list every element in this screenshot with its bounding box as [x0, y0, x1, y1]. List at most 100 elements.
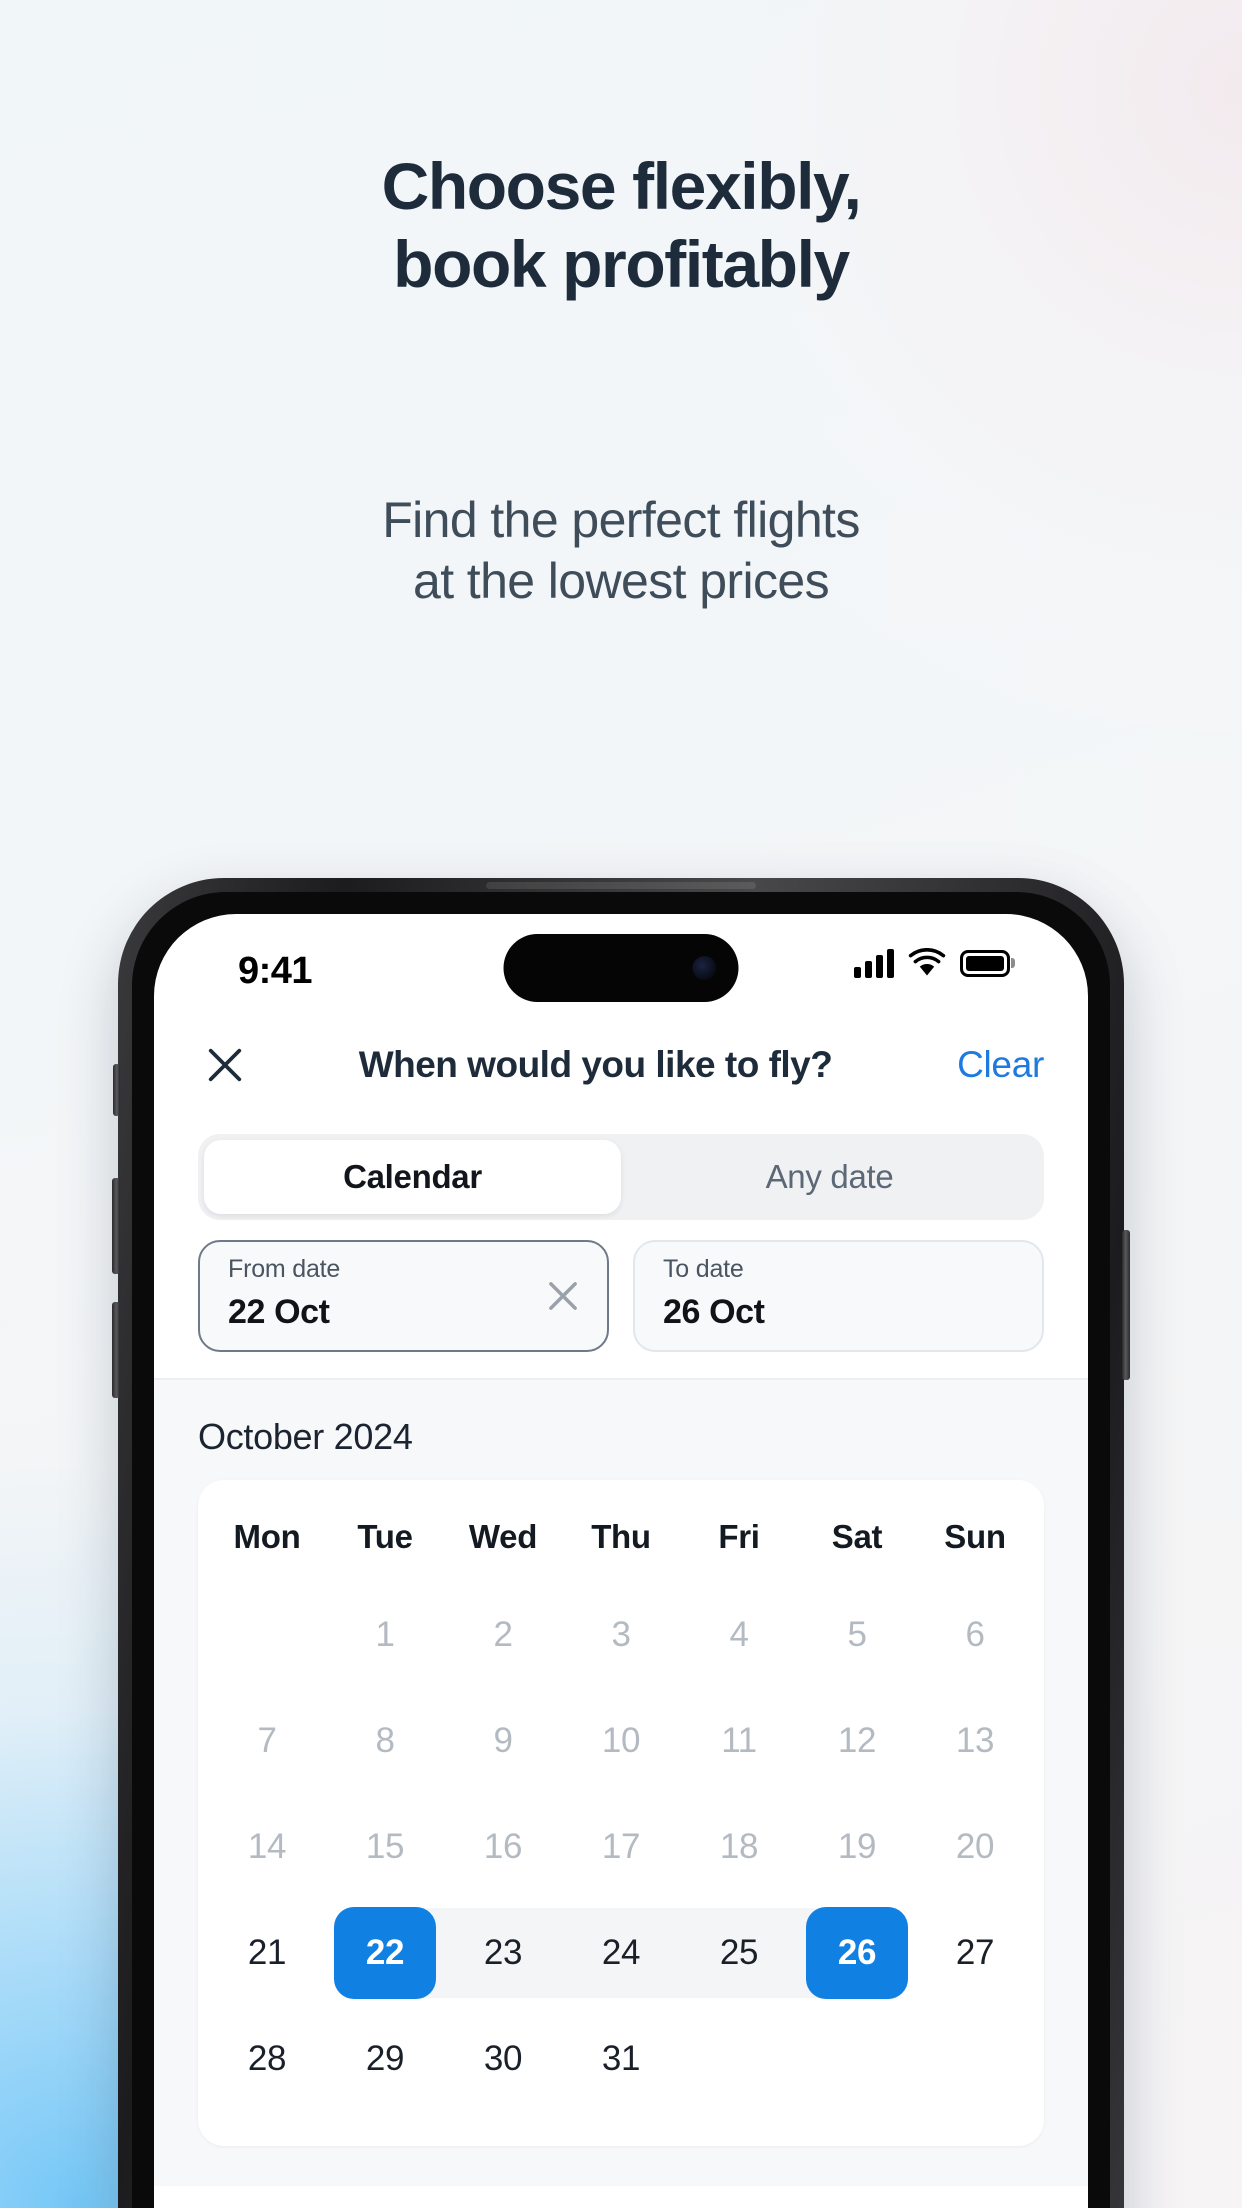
calendar-day-label: 24	[601, 1933, 641, 1972]
calendar-day-label: 25	[719, 1933, 759, 1972]
calendar-week-row: 21 22 23 24 25 26 27	[208, 1900, 1034, 2006]
calendar-day-19: 19	[798, 1794, 916, 1900]
weekday-mon: Mon	[233, 1518, 301, 1555]
calendar-day-31[interactable]: 31	[562, 2006, 680, 2112]
calendar-scroll-area[interactable]: October 2024 Mon Tue Wed Thu Fri Sat Sun 12345…	[154, 1380, 1088, 2186]
front-camera-icon	[692, 956, 717, 980]
calendar-day-10: 10	[562, 1688, 680, 1794]
calendar-day-24[interactable]: 24	[562, 1900, 680, 2006]
phone-mockup: 9:41 When would you like to fly? Clear C…	[112, 878, 1130, 2208]
calendar-day-30[interactable]: 30	[444, 2006, 562, 2112]
calendar-day-label: 12	[837, 1721, 877, 1760]
to-date-field[interactable]: To date 26 Oct	[633, 1240, 1044, 1352]
close-icon[interactable]	[198, 1038, 252, 1092]
calendar-day-label: 21	[247, 1933, 287, 1972]
calendar-day-17: 17	[562, 1794, 680, 1900]
from-date-field[interactable]: From date 22 Oct	[198, 1240, 609, 1352]
calendar-day-29[interactable]: 29	[326, 2006, 444, 2112]
headline-line-2: book profitably	[393, 226, 850, 301]
calendar-day-25[interactable]: 25	[680, 1900, 798, 2006]
calendar-day-1: 1	[326, 1582, 444, 1688]
headline-line-1: Choose flexibly,	[381, 149, 862, 223]
calendar-days-grid[interactable]: 1 2 3 4 5 6 7 8 9 10 11 12 13 14 15 16 17 18 19 20 21 22 23 24 2…	[208, 1582, 1034, 2112]
calendar-day-26[interactable]: 26	[798, 1900, 916, 2006]
weekday-sat: Sat	[831, 1518, 883, 1555]
page-subheadline: Find the perfect flights at the lowest p…	[0, 490, 1242, 612]
calendar-day-11: 11	[680, 1688, 798, 1794]
phone-volume-up-button[interactable]	[112, 1178, 120, 1274]
calendar-day-5: 5	[798, 1582, 916, 1688]
calendar-week-row: 1 2 3 4 5 6	[208, 1582, 1034, 1688]
calendar-day-16: 16	[444, 1794, 562, 1900]
calendar-day-label: 10	[601, 1721, 641, 1760]
screen-header: When would you like to fly? Clear	[154, 1010, 1088, 1120]
calendar-week-row: 7 8 9 10 11 12 13	[208, 1688, 1034, 1794]
calendar-day-4: 4	[680, 1582, 798, 1688]
phone-volume-down-button[interactable]	[112, 1302, 120, 1398]
dynamic-island	[503, 934, 739, 1002]
calendar-day-label: 20	[955, 1827, 995, 1866]
calendar-day-label: 15	[365, 1827, 405, 1866]
calendar-day-label: 22	[365, 1933, 405, 1972]
calendar-day-23[interactable]: 23	[444, 1900, 562, 2006]
calendar-day-label: 2	[493, 1615, 513, 1654]
wifi-icon	[908, 948, 946, 978]
calendar-day-21[interactable]: 21	[208, 1900, 326, 2006]
phone-power-button[interactable]	[1122, 1230, 1130, 1380]
calendar-day-label: 31	[601, 2039, 641, 2078]
calendar-day-label: 3	[611, 1615, 631, 1654]
calendar-day-8: 8	[326, 1688, 444, 1794]
calendar-day-label: 4	[729, 1615, 749, 1654]
to-date-value: 26 Oct	[663, 1293, 765, 1331]
calendar-week-row: 28 29 30 31	[208, 2006, 1034, 2112]
subheadline-line-2: at the lowest prices	[413, 553, 830, 609]
weekday-header-row: Mon Tue Wed Thu Fri Sat Sun	[208, 1506, 1034, 1582]
calendar-day-3: 3	[562, 1582, 680, 1688]
status-indicators	[854, 948, 1010, 978]
calendar-day-label: 16	[483, 1827, 523, 1866]
calendar-day-label: 27	[955, 1933, 995, 1972]
status-bar: 9:41	[154, 914, 1088, 1010]
phone-silent-switch[interactable]	[113, 1064, 120, 1116]
calendar-day-2: 2	[444, 1582, 562, 1688]
calendar-day-27[interactable]: 27	[916, 1900, 1034, 2006]
tab-any-date[interactable]: Any date	[621, 1140, 1038, 1214]
weekday-thu: Thu	[591, 1518, 651, 1555]
weekday-sun: Sun	[944, 1518, 1006, 1555]
calendar-day-label: 28	[247, 2039, 287, 2078]
calendar-day-label: 9	[493, 1721, 513, 1760]
status-time: 9:41	[238, 950, 313, 992]
phone-speaker-slot	[486, 882, 756, 889]
calendar-day-28[interactable]: 28	[208, 2006, 326, 2112]
calendar-day-20: 20	[916, 1794, 1034, 1900]
tab-calendar[interactable]: Calendar	[204, 1140, 621, 1214]
date-mode-segmented-control[interactable]: Calendar Any date	[198, 1134, 1044, 1220]
clear-button[interactable]: Clear	[939, 1044, 1044, 1086]
calendar-day-22[interactable]: 22	[326, 1900, 444, 2006]
weekday-wed: Wed	[468, 1518, 538, 1555]
month-title: October 2024	[198, 1416, 413, 1457]
from-date-value: 22 Oct	[228, 1293, 330, 1331]
calendar-day-13: 13	[916, 1688, 1034, 1794]
calendar-day-label: 29	[365, 2039, 405, 2078]
calendar-day-label: 6	[965, 1615, 985, 1654]
calendar-day-label: 11	[721, 1721, 757, 1760]
battery-icon	[960, 949, 1010, 977]
calendar-day-label: 18	[719, 1827, 759, 1866]
signal-bars-icon	[854, 948, 894, 978]
to-date-label: To date	[663, 1255, 744, 1283]
calendar-day-14: 14	[208, 1794, 326, 1900]
month-card: Mon Tue Wed Thu Fri Sat Sun 1 2 3 4 5 6 7 8 9 10 11 12 13 1…	[198, 1480, 1044, 2146]
phone-bezel: 9:41 When would you like to fly? Clear C…	[132, 892, 1110, 2208]
calendar-day-label: 17	[601, 1827, 641, 1866]
calendar-day-18: 18	[680, 1794, 798, 1900]
subheadline-line-1: Find the perfect flights	[382, 492, 860, 548]
calendar-day-label: 1	[375, 1615, 395, 1654]
calendar-day-label: 26	[837, 1933, 877, 1972]
from-date-clear-icon[interactable]	[541, 1274, 585, 1318]
calendar-day-6: 6	[916, 1582, 1034, 1688]
calendar-day-label: 8	[375, 1721, 395, 1760]
calendar-day-9: 9	[444, 1688, 562, 1794]
page-title: When would you like to fly?	[358, 1044, 833, 1085]
calendar-day-15: 15	[326, 1794, 444, 1900]
